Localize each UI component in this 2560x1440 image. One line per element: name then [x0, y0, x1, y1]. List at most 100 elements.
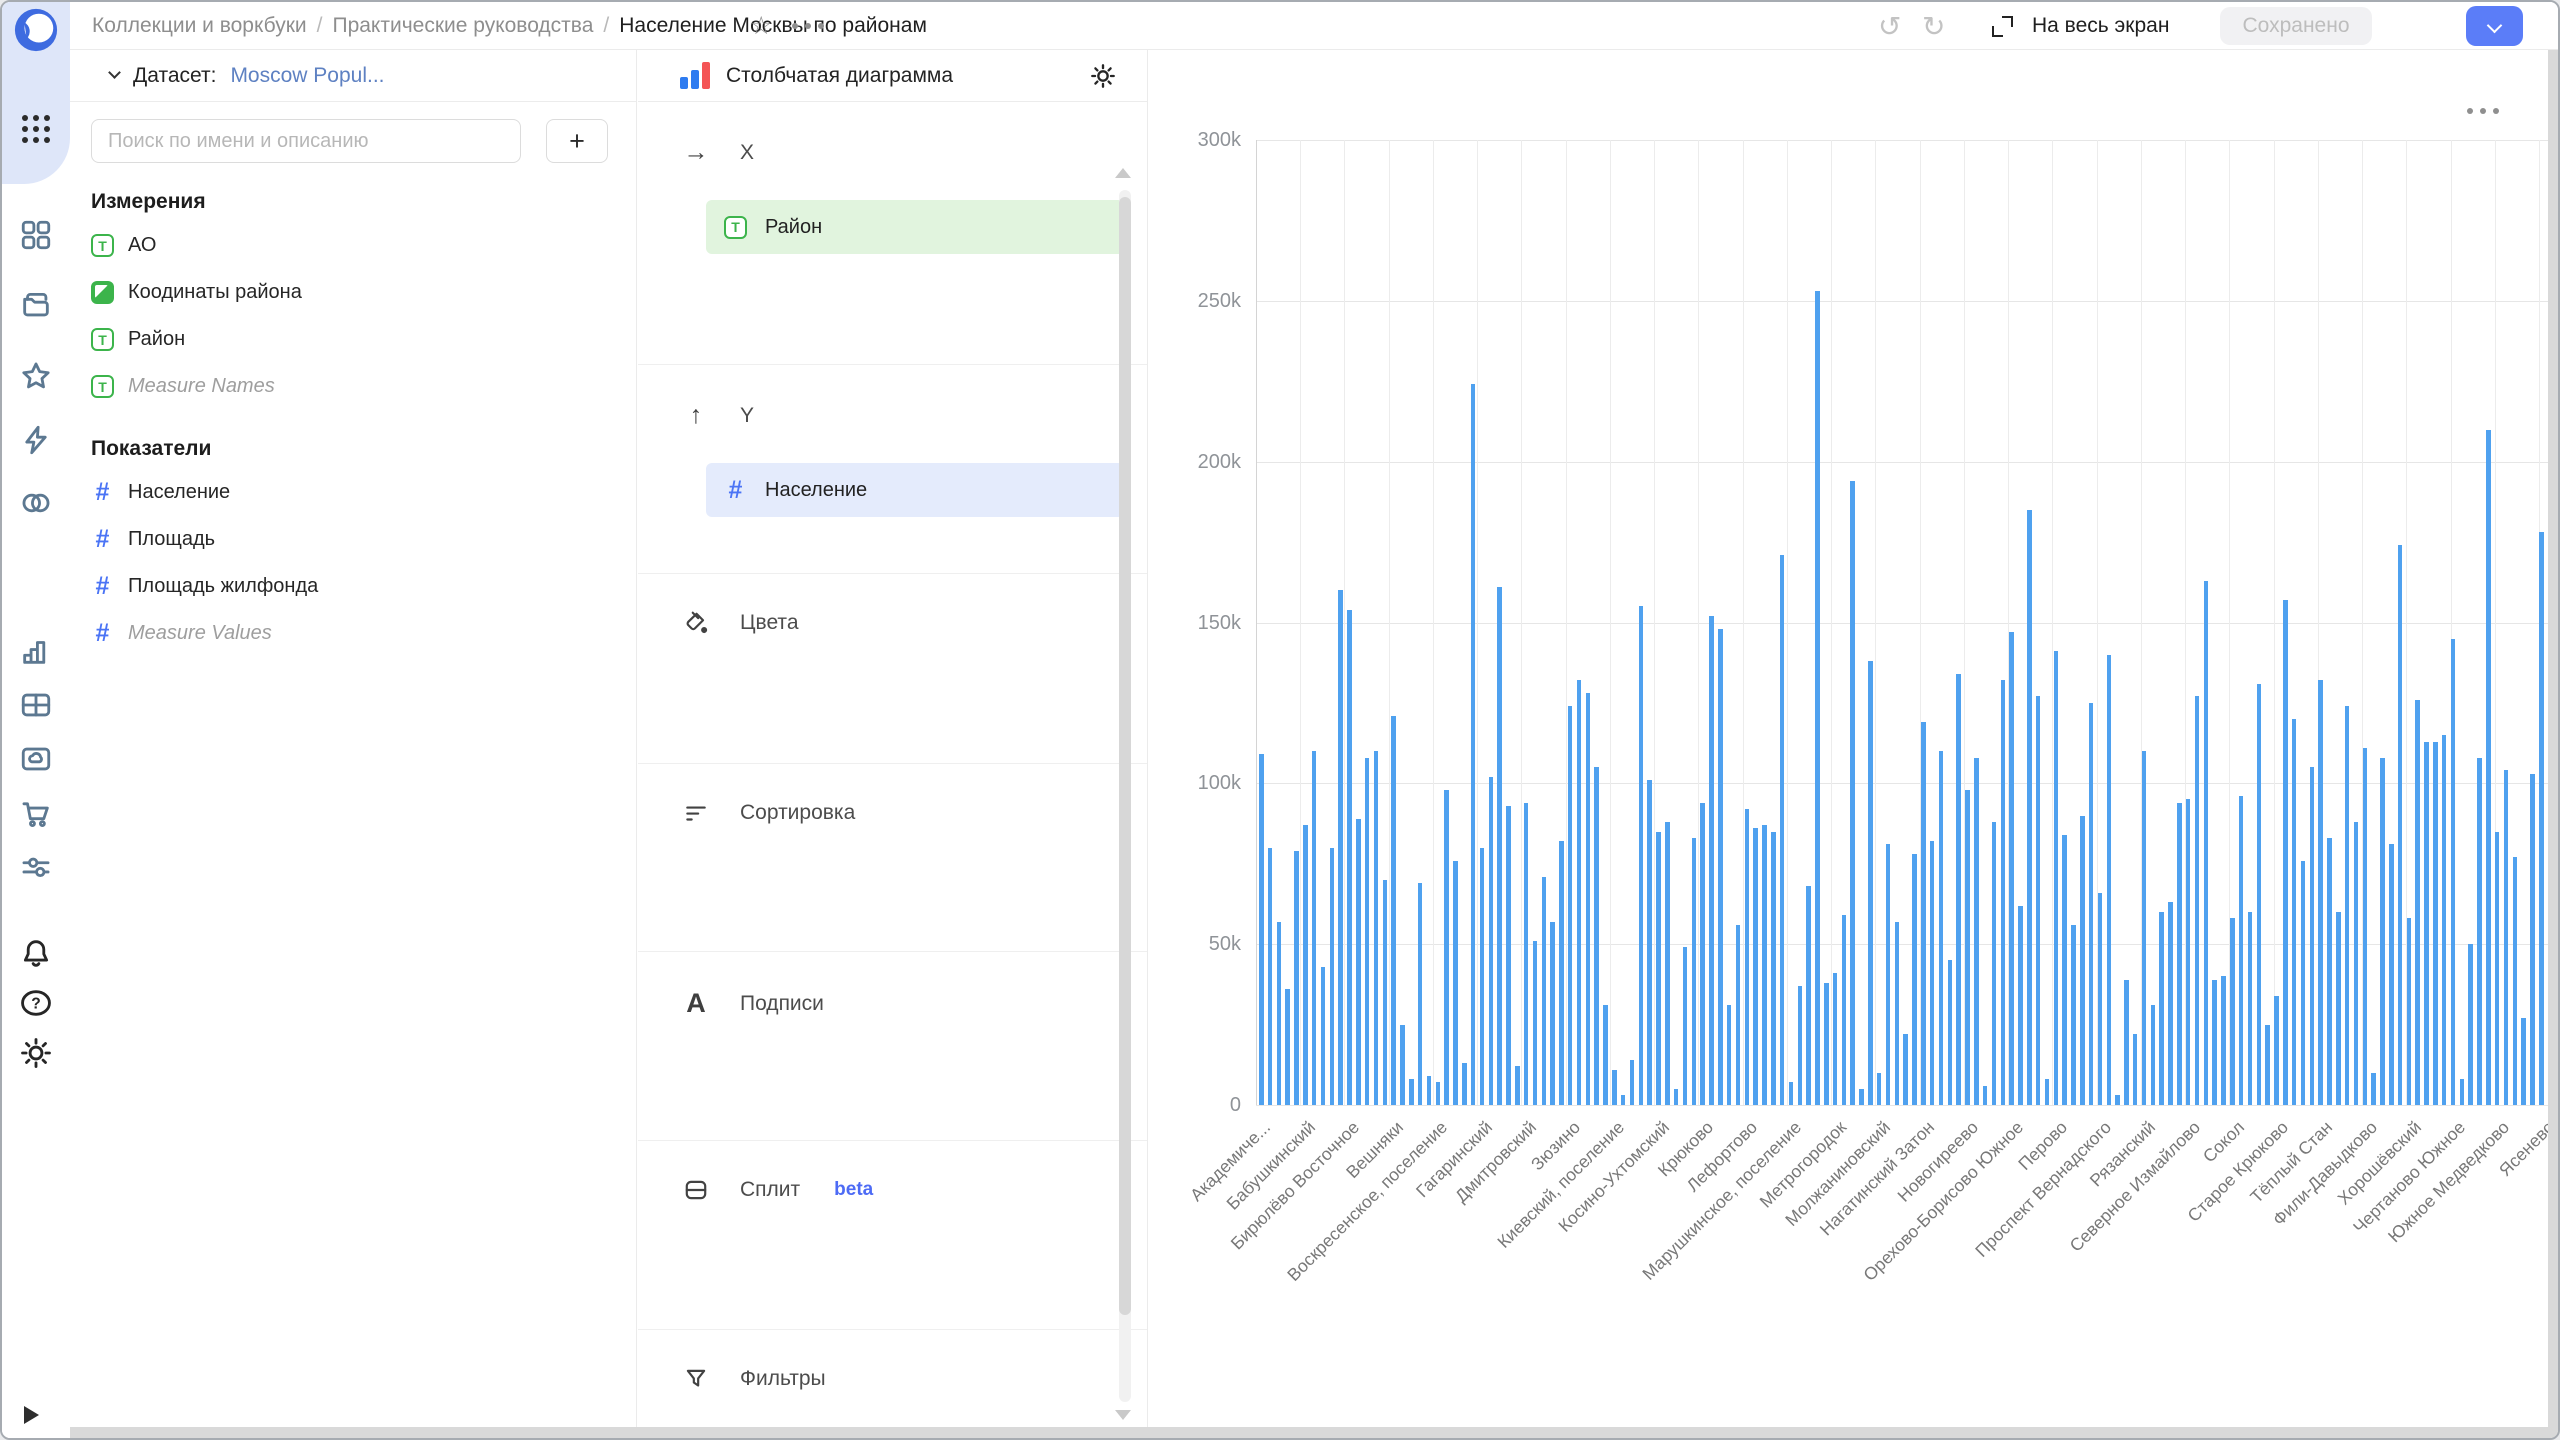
- bar[interactable]: [1789, 1082, 1794, 1105]
- bar[interactable]: [1453, 861, 1458, 1105]
- help-icon[interactable]: ?: [19, 986, 53, 1020]
- bar[interactable]: [2477, 758, 2482, 1105]
- bar[interactable]: [2371, 1073, 2376, 1105]
- bar[interactable]: [1833, 973, 1838, 1105]
- bar[interactable]: [2521, 1018, 2526, 1105]
- y-field-chip[interactable]: #Население: [706, 463, 1124, 517]
- collections-icon[interactable]: [19, 288, 53, 322]
- bar[interactable]: [2115, 1095, 2120, 1105]
- marketplace-icon[interactable]: [19, 796, 53, 830]
- bar[interactable]: [2345, 706, 2350, 1105]
- bar[interactable]: [1886, 844, 1891, 1105]
- bar[interactable]: [1718, 629, 1723, 1105]
- bar[interactable]: [1939, 751, 1944, 1105]
- bar[interactable]: [1806, 886, 1811, 1105]
- bar[interactable]: [1965, 790, 1970, 1105]
- bar[interactable]: [2009, 632, 2014, 1105]
- bar[interactable]: [1948, 960, 1953, 1105]
- charts-icon[interactable]: [19, 634, 53, 668]
- bar[interactable]: [2204, 581, 2209, 1105]
- chart-type-label[interactable]: Столбчатая диаграмма: [726, 64, 953, 88]
- undo-icon[interactable]: ↺: [1878, 10, 1901, 43]
- bar[interactable]: [2089, 703, 2094, 1105]
- bar[interactable]: [1550, 922, 1555, 1105]
- bar[interactable]: [1850, 481, 1855, 1105]
- datalens-logo-icon[interactable]: [13, 7, 59, 53]
- bar[interactable]: [1356, 819, 1361, 1105]
- bar[interactable]: [2495, 832, 2500, 1105]
- notifications-icon[interactable]: [19, 936, 53, 970]
- chart-context-menu-icon[interactable]: [2467, 108, 2499, 114]
- bar[interactable]: [1709, 616, 1714, 1105]
- bar[interactable]: [2107, 655, 2112, 1105]
- bar[interactable]: [1674, 1089, 1679, 1105]
- bar[interactable]: [1285, 989, 1290, 1105]
- bar[interactable]: [1771, 832, 1776, 1105]
- bar[interactable]: [1630, 1060, 1635, 1105]
- field-row-ploshchad[interactable]: #Площадь: [70, 516, 636, 563]
- bar[interactable]: [2460, 1079, 2465, 1105]
- bar[interactable]: [2292, 719, 2297, 1105]
- bar[interactable]: [2363, 748, 2368, 1105]
- bar[interactable]: [1294, 851, 1299, 1105]
- bar[interactable]: [2230, 918, 2235, 1105]
- bar[interactable]: [2468, 944, 2473, 1105]
- bar[interactable]: [1753, 828, 1758, 1105]
- bar[interactable]: [2283, 600, 2288, 1105]
- bar[interactable]: [2433, 742, 2438, 1105]
- bar[interactable]: [2513, 857, 2518, 1105]
- bar[interactable]: [2407, 918, 2412, 1105]
- bar[interactable]: [2027, 510, 2032, 1105]
- datasets-icon[interactable]: [19, 486, 53, 520]
- bar[interactable]: [2354, 822, 2359, 1105]
- column-chart-type-icon[interactable]: [680, 62, 710, 89]
- breadcrumb-item[interactable]: Практические руководства: [332, 14, 593, 38]
- field-row-naselenie[interactable]: #Население: [70, 469, 636, 516]
- bar[interactable]: [2310, 767, 2315, 1105]
- bar[interactable]: [1524, 803, 1529, 1105]
- bar[interactable]: [1542, 877, 1547, 1105]
- bar[interactable]: [1489, 777, 1494, 1105]
- scrollbar-thumb[interactable]: [1119, 197, 1131, 1315]
- bar[interactable]: [1374, 751, 1379, 1105]
- bar[interactable]: [1383, 880, 1388, 1105]
- bar[interactable]: [1983, 1086, 1988, 1105]
- bar[interactable]: [1656, 832, 1661, 1105]
- bar[interactable]: [2018, 906, 2023, 1105]
- scroll-down-icon[interactable]: [1115, 1410, 1131, 1420]
- bar[interactable]: [1603, 1005, 1608, 1105]
- bar[interactable]: [2451, 639, 2456, 1105]
- bar[interactable]: [1409, 1079, 1414, 1105]
- bar[interactable]: [1277, 922, 1282, 1105]
- bar[interactable]: [2504, 770, 2509, 1105]
- bar[interactable]: [1974, 758, 1979, 1105]
- save-menu-button[interactable]: [2466, 6, 2523, 46]
- bar[interactable]: [2001, 680, 2006, 1105]
- bar[interactable]: [1727, 1005, 1732, 1105]
- services-icon[interactable]: [19, 850, 53, 884]
- bar[interactable]: [2380, 758, 2385, 1105]
- add-field-button[interactable]: +: [546, 119, 608, 163]
- field-row-coords[interactable]: Коодинаты района: [70, 269, 636, 316]
- bar[interactable]: [2080, 816, 2085, 1106]
- bar[interactable]: [1365, 758, 1370, 1105]
- dataset-link[interactable]: Moscow Popul...: [230, 64, 384, 88]
- section-filters[interactable]: Фильтры: [638, 1330, 1147, 1440]
- bar[interactable]: [1815, 291, 1820, 1105]
- config-scrollbar[interactable]: [1119, 190, 1131, 1402]
- bar[interactable]: [1259, 754, 1264, 1105]
- bar[interactable]: [1444, 790, 1449, 1105]
- saved-button[interactable]: Сохранено: [2220, 7, 2372, 45]
- x-field-chip[interactable]: TРайон: [706, 200, 1124, 254]
- bar[interactable]: [1586, 693, 1591, 1105]
- bar[interactable]: [2177, 803, 2182, 1105]
- bar[interactable]: [2336, 912, 2341, 1105]
- bar[interactable]: [1700, 803, 1705, 1105]
- bar[interactable]: [2133, 1034, 2138, 1105]
- bar[interactable]: [2274, 996, 2279, 1105]
- field-row-measure-values[interactable]: #Measure Values: [70, 610, 636, 657]
- bar[interactable]: [2539, 532, 2544, 1105]
- bar[interactable]: [1992, 822, 1997, 1105]
- bar[interactable]: [1921, 722, 1926, 1105]
- dataset-collapse-icon[interactable]: [108, 66, 121, 79]
